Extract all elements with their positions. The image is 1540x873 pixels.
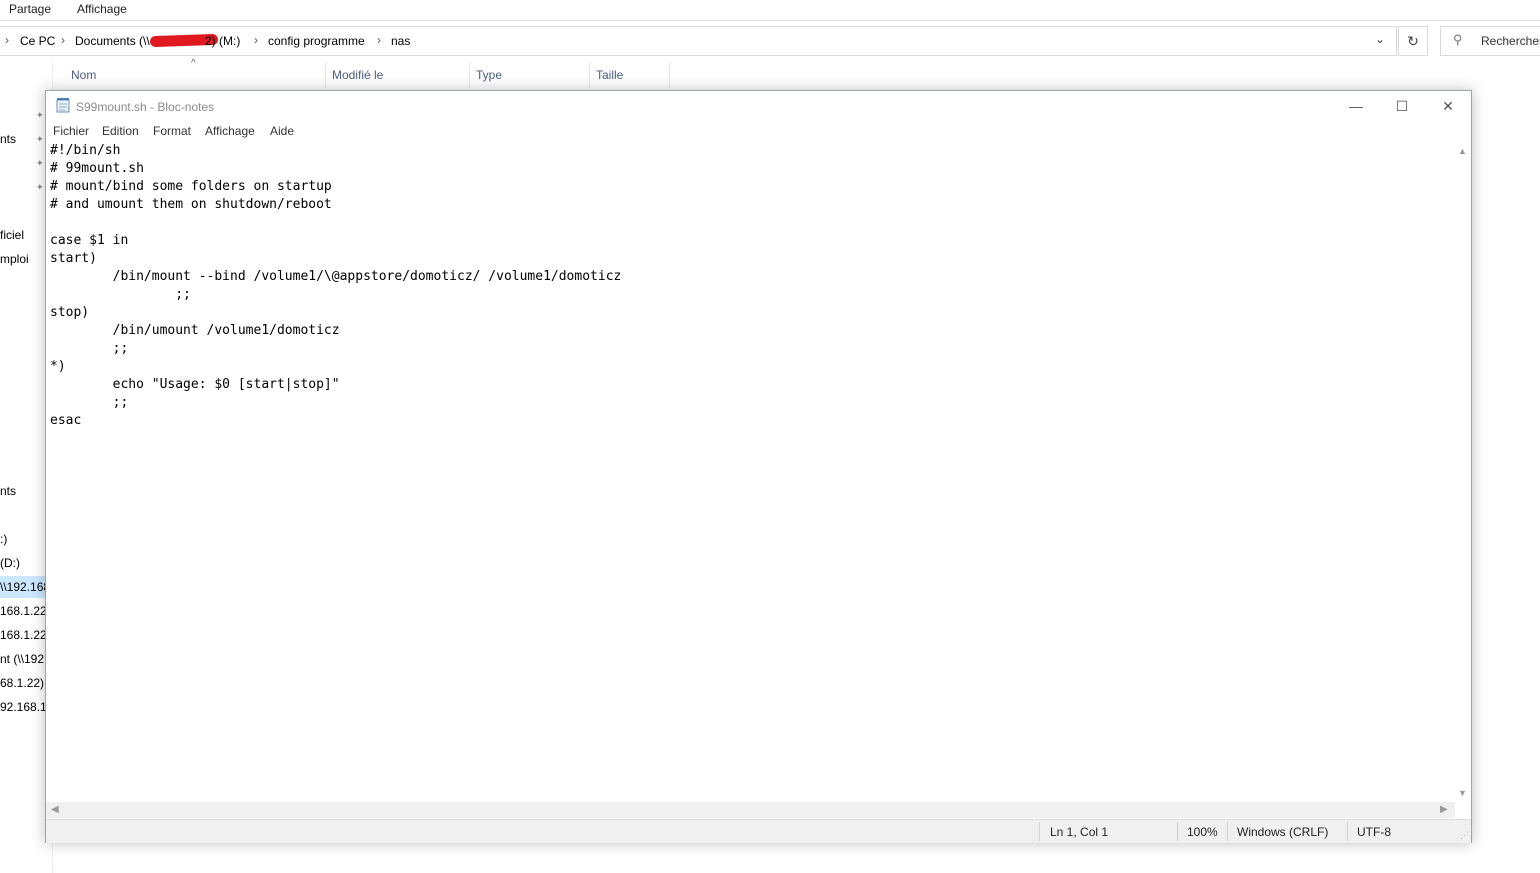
maximize-icon: ☐ xyxy=(1395,98,1409,114)
column-header-taille[interactable]: Taille xyxy=(596,68,623,82)
ribbon-tab-affichage[interactable]: Affichage xyxy=(77,2,127,16)
column-header-modifie[interactable]: Modifié le xyxy=(332,68,383,82)
notepad-window: S99mount.sh - Bloc-notes — ☐ ✕ Fichier E… xyxy=(45,90,1472,843)
refresh-icon: ↻ xyxy=(1407,33,1419,49)
nav-item[interactable]: nt (\\192 xyxy=(0,652,46,666)
vertical-scrollbar[interactable]: ▲ ▼ xyxy=(1455,142,1471,803)
status-divider xyxy=(1039,822,1040,841)
refresh-button[interactable]: ↻ xyxy=(1398,26,1428,56)
pin-icon[interactable]: ✦ xyxy=(36,158,44,169)
column-header-type[interactable]: Type xyxy=(476,68,502,82)
menu-edition[interactable]: Edition xyxy=(102,124,139,138)
menu-fichier[interactable]: Fichier xyxy=(53,124,89,138)
scroll-down-icon[interactable]: ▼ xyxy=(1458,788,1467,798)
column-header-nom[interactable]: Nom xyxy=(71,68,96,82)
column-divider[interactable] xyxy=(669,62,670,88)
pin-icon[interactable]: ✦ xyxy=(36,182,44,193)
close-button[interactable]: ✕ xyxy=(1425,91,1471,121)
nav-item[interactable]: ficiel xyxy=(0,228,24,242)
search-box[interactable]: ⚲ Rechercher xyxy=(1440,26,1540,56)
status-bar: Ln 1, Col 1 100% Windows (CRLF) UTF-8 ⋰ xyxy=(46,819,1471,843)
chevron-right-icon[interactable]: › xyxy=(377,33,381,47)
line-ending: Windows (CRLF) xyxy=(1237,825,1329,839)
scroll-up-icon[interactable]: ▲ xyxy=(1458,146,1467,156)
status-divider xyxy=(1347,822,1348,841)
chevron-right-icon: › xyxy=(5,33,9,47)
window-title: S99mount.sh - Bloc-notes xyxy=(76,100,215,114)
address-bar-row: › Ce PC › Documents (\\ 2) (M:) › config… xyxy=(0,26,1540,57)
address-bar[interactable]: › Ce PC › Documents (\\ 2) (M:) › config… xyxy=(0,26,1397,56)
notepad-titlebar[interactable]: S99mount.sh - Bloc-notes — ☐ ✕ xyxy=(46,91,1471,121)
column-divider[interactable] xyxy=(589,62,590,88)
menu-aide[interactable]: Aide xyxy=(270,124,294,138)
nav-item-selected[interactable]: \\192.168. xyxy=(0,576,46,598)
breadcrumb-config-programme[interactable]: config programme xyxy=(268,34,365,48)
resize-grip-icon[interactable]: ⋰ xyxy=(1460,830,1469,841)
nav-item[interactable]: 92.168.1. xyxy=(0,700,46,714)
pin-icon[interactable]: ✦ xyxy=(36,134,44,145)
menu-affichage[interactable]: Affichage xyxy=(205,124,255,138)
nav-item[interactable]: nts xyxy=(0,132,16,146)
zoom-level: 100% xyxy=(1187,825,1218,839)
scroll-right-icon[interactable]: ▶ xyxy=(1440,804,1448,815)
nav-item[interactable]: (D:) xyxy=(0,556,20,570)
breadcrumb-nas[interactable]: nas xyxy=(391,34,410,48)
ribbon-tab-partage[interactable]: Partage xyxy=(9,2,51,16)
nav-item[interactable]: 168.1.22) xyxy=(0,604,51,618)
sort-up-icon: ^ xyxy=(191,58,196,69)
menu-format[interactable]: Format xyxy=(153,124,191,138)
search-icon: ⚲ xyxy=(1453,32,1463,47)
cursor-position: Ln 1, Col 1 xyxy=(1050,825,1109,839)
status-divider xyxy=(1227,822,1228,841)
breadcrumb-drive-m[interactable]: 2) (M:) xyxy=(205,34,240,48)
nav-item[interactable]: :) xyxy=(0,532,7,546)
nav-item[interactable]: mploi xyxy=(0,252,29,266)
nav-item[interactable]: 68.1.22) ( xyxy=(0,676,46,690)
minimize-icon: — xyxy=(1349,98,1363,114)
explorer-ribbon: Partage Affichage xyxy=(0,0,1540,21)
chevron-down-icon[interactable]: ⌄ xyxy=(1375,32,1385,46)
nav-item[interactable]: 168.1.22) xyxy=(0,628,51,642)
pin-icon[interactable]: ✦ xyxy=(36,110,44,121)
chevron-right-icon[interactable]: › xyxy=(61,33,65,47)
search-placeholder: Rechercher xyxy=(1481,34,1540,48)
column-divider[interactable] xyxy=(325,62,326,88)
breadcrumb-documents[interactable]: Documents (\\ xyxy=(75,34,150,48)
breadcrumb-ce-pc[interactable]: Ce PC xyxy=(20,34,55,48)
scroll-left-icon[interactable]: ◀ xyxy=(51,804,59,815)
nav-item[interactable]: nts xyxy=(0,484,16,498)
text-editor[interactable]: #!/bin/sh # 99mount.sh # mount/bind some… xyxy=(50,142,1450,802)
encoding: UTF-8 xyxy=(1357,825,1391,839)
notepad-icon xyxy=(56,98,70,113)
minimize-button[interactable]: — xyxy=(1333,91,1379,121)
status-divider xyxy=(1177,822,1178,841)
column-divider[interactable] xyxy=(469,62,470,88)
chevron-right-icon[interactable]: › xyxy=(254,33,258,47)
close-icon: ✕ xyxy=(1442,98,1454,114)
horizontal-scrollbar[interactable]: ◀ ▶ xyxy=(46,802,1455,818)
menu-bar: Fichier Edition Format Affichage Aide xyxy=(46,122,1471,142)
maximize-button[interactable]: ☐ xyxy=(1379,91,1425,121)
